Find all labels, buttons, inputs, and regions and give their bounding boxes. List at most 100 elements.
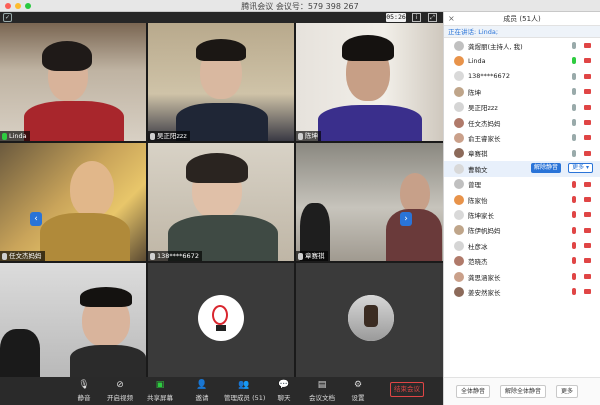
manage-members-button[interactable]: 👥 管理成员 (51) (224, 380, 265, 402)
video-tile-7[interactable] (0, 263, 146, 377)
camera-icon[interactable] (584, 181, 591, 187)
video-tile-6[interactable]: 章赛祺 (296, 143, 443, 261)
video-grid: ✓ 05:26 i ⤢ Linda 吴正阳zzz 陈坤 任文杰妈妈 138***… (0, 12, 443, 383)
mute-button[interactable]: 🎙 静音 (66, 380, 102, 402)
participant-status-icons (572, 57, 591, 65)
microphone-icon[interactable] (572, 57, 576, 65)
meeting-docs-button[interactable]: ▤ 会议文档 (304, 380, 340, 402)
avatar (454, 240, 464, 251)
unmute-all-button[interactable]: 解除全体静音 (500, 385, 547, 398)
mic-icon (298, 132, 303, 140)
microphone-icon[interactable] (572, 134, 576, 142)
microphone-icon[interactable] (572, 242, 576, 250)
microphone-icon[interactable] (572, 88, 576, 96)
mic-icon (150, 252, 155, 260)
start-video-button[interactable]: ⊘ 开启视频 (102, 380, 138, 402)
unmute-button[interactable]: 解除静音 (530, 163, 561, 174)
microphone-icon[interactable] (572, 180, 576, 188)
participant-row[interactable]: 章赛祺 (444, 146, 600, 161)
microphone-icon[interactable] (572, 103, 576, 111)
microphone-icon[interactable] (572, 42, 576, 49)
participant-row[interactable]: 陈坤 (444, 84, 600, 99)
camera-icon[interactable] (584, 258, 591, 264)
avatar (454, 71, 464, 82)
participant-status-icons (572, 195, 591, 203)
share-screen-button[interactable]: ▣ 共享屏幕 (142, 380, 178, 402)
add-user-icon: 👤 (196, 380, 208, 390)
video-tile-4[interactable]: 任文杰妈妈 (0, 143, 146, 261)
video-tile-2[interactable]: 吴正阳zzz (148, 23, 294, 141)
video-tile-5[interactable]: 138****6672 (148, 143, 294, 261)
participant-row[interactable]: 龚思涵家长 (444, 269, 600, 284)
participant-row[interactable]: 杜彦冰 (444, 238, 600, 253)
microphone-icon[interactable] (572, 288, 576, 296)
avatar (454, 194, 464, 205)
participant-row[interactable]: Linda (444, 53, 600, 68)
participant-status-icons (572, 134, 591, 142)
participant-list: 龚煜丽(主持人, 我) Linda 138****6672 陈坤 吴正阳zzz 任文杰妈妈… (444, 38, 600, 378)
window-titlebar: 腾讯会议 会议号：579 398 267 (0, 0, 600, 12)
camera-icon[interactable] (584, 289, 591, 295)
participant-row[interactable]: 俞王睿家长 (444, 130, 600, 145)
more-button[interactable]: 更多 ▾ (568, 163, 593, 174)
participant-avatar (198, 295, 244, 341)
camera-icon[interactable] (584, 150, 591, 156)
camera-icon[interactable] (584, 243, 591, 249)
end-meeting-button[interactable]: 结束会议 (390, 382, 424, 397)
video-tile-1[interactable]: Linda (0, 23, 146, 141)
camera-icon[interactable] (584, 104, 591, 110)
camera-icon[interactable] (584, 58, 591, 64)
participant-row[interactable]: 任文杰妈妈 (444, 115, 600, 130)
share-screen-icon: ▣ (155, 380, 165, 390)
participant-row[interactable]: 曹翰文 解除静音 更多 ▾ (444, 161, 600, 177)
panel-more-button[interactable]: 更多 (556, 385, 579, 398)
camera-icon[interactable] (584, 273, 591, 279)
prev-page-arrow-icon[interactable]: ‹ (30, 212, 42, 226)
microphone-icon[interactable] (572, 149, 576, 157)
participant-row[interactable]: 吴正阳zzz (444, 100, 600, 115)
camera-icon[interactable] (584, 119, 591, 125)
camera-icon[interactable] (584, 227, 591, 233)
participant-status-icons (572, 272, 591, 280)
camera-icon[interactable] (584, 43, 591, 48)
participant-row[interactable]: 曾理 (444, 177, 600, 192)
camera-icon[interactable] (584, 89, 591, 95)
members-panel-footer: 全体静音 解除全体静音 更多 (444, 377, 600, 405)
participant-row[interactable]: 陈家怡 (444, 192, 600, 207)
video-tile-3[interactable]: 陈坤 (296, 23, 443, 141)
next-page-arrow-icon[interactable]: › (400, 212, 412, 226)
participant-row[interactable]: 138****6672 (444, 69, 600, 84)
participant-row[interactable]: 龚煜丽(主持人, 我) (444, 38, 600, 53)
microphone-icon[interactable] (572, 195, 576, 203)
settings-button[interactable]: ⚙ 设置 (340, 380, 376, 402)
chat-button[interactable]: 💬 聊天 (266, 380, 302, 402)
microphone-icon[interactable] (572, 72, 576, 80)
camera-icon[interactable] (584, 73, 591, 79)
avatar (454, 209, 464, 220)
security-shield-icon[interactable]: ✓ (3, 13, 12, 22)
participant-row[interactable]: 陈坤家长 (444, 207, 600, 222)
avatar (454, 117, 464, 128)
participant-row[interactable]: 陈伊帆妈妈 (444, 223, 600, 238)
info-icon[interactable]: i (412, 13, 421, 22)
microphone-icon[interactable] (572, 257, 576, 265)
video-tile-9[interactable] (296, 263, 443, 377)
collapse-icon[interactable]: × (448, 12, 455, 26)
camera-icon[interactable] (584, 196, 591, 202)
video-tile-8[interactable] (148, 263, 294, 377)
participant-row[interactable]: 姜安然家长 (444, 284, 600, 299)
camera-icon[interactable] (584, 212, 591, 218)
camera-icon[interactable] (584, 135, 591, 141)
microphone-icon[interactable] (572, 226, 576, 234)
mute-all-button[interactable]: 全体静音 (456, 385, 491, 398)
microphone-icon[interactable] (572, 272, 576, 280)
participant-status-icons (572, 42, 591, 49)
invite-button[interactable]: 👤 邀请 (184, 380, 220, 402)
window-title: 腾讯会议 会议号：579 398 267 (241, 2, 359, 11)
microphone-icon[interactable] (572, 118, 576, 126)
fullscreen-icon[interactable]: ⤢ (428, 13, 437, 22)
participant-row[interactable]: 范晓杰 (444, 253, 600, 268)
participant-status-icons (572, 242, 591, 250)
meeting-timer: 05:26 (386, 13, 406, 22)
microphone-icon[interactable] (572, 211, 576, 219)
